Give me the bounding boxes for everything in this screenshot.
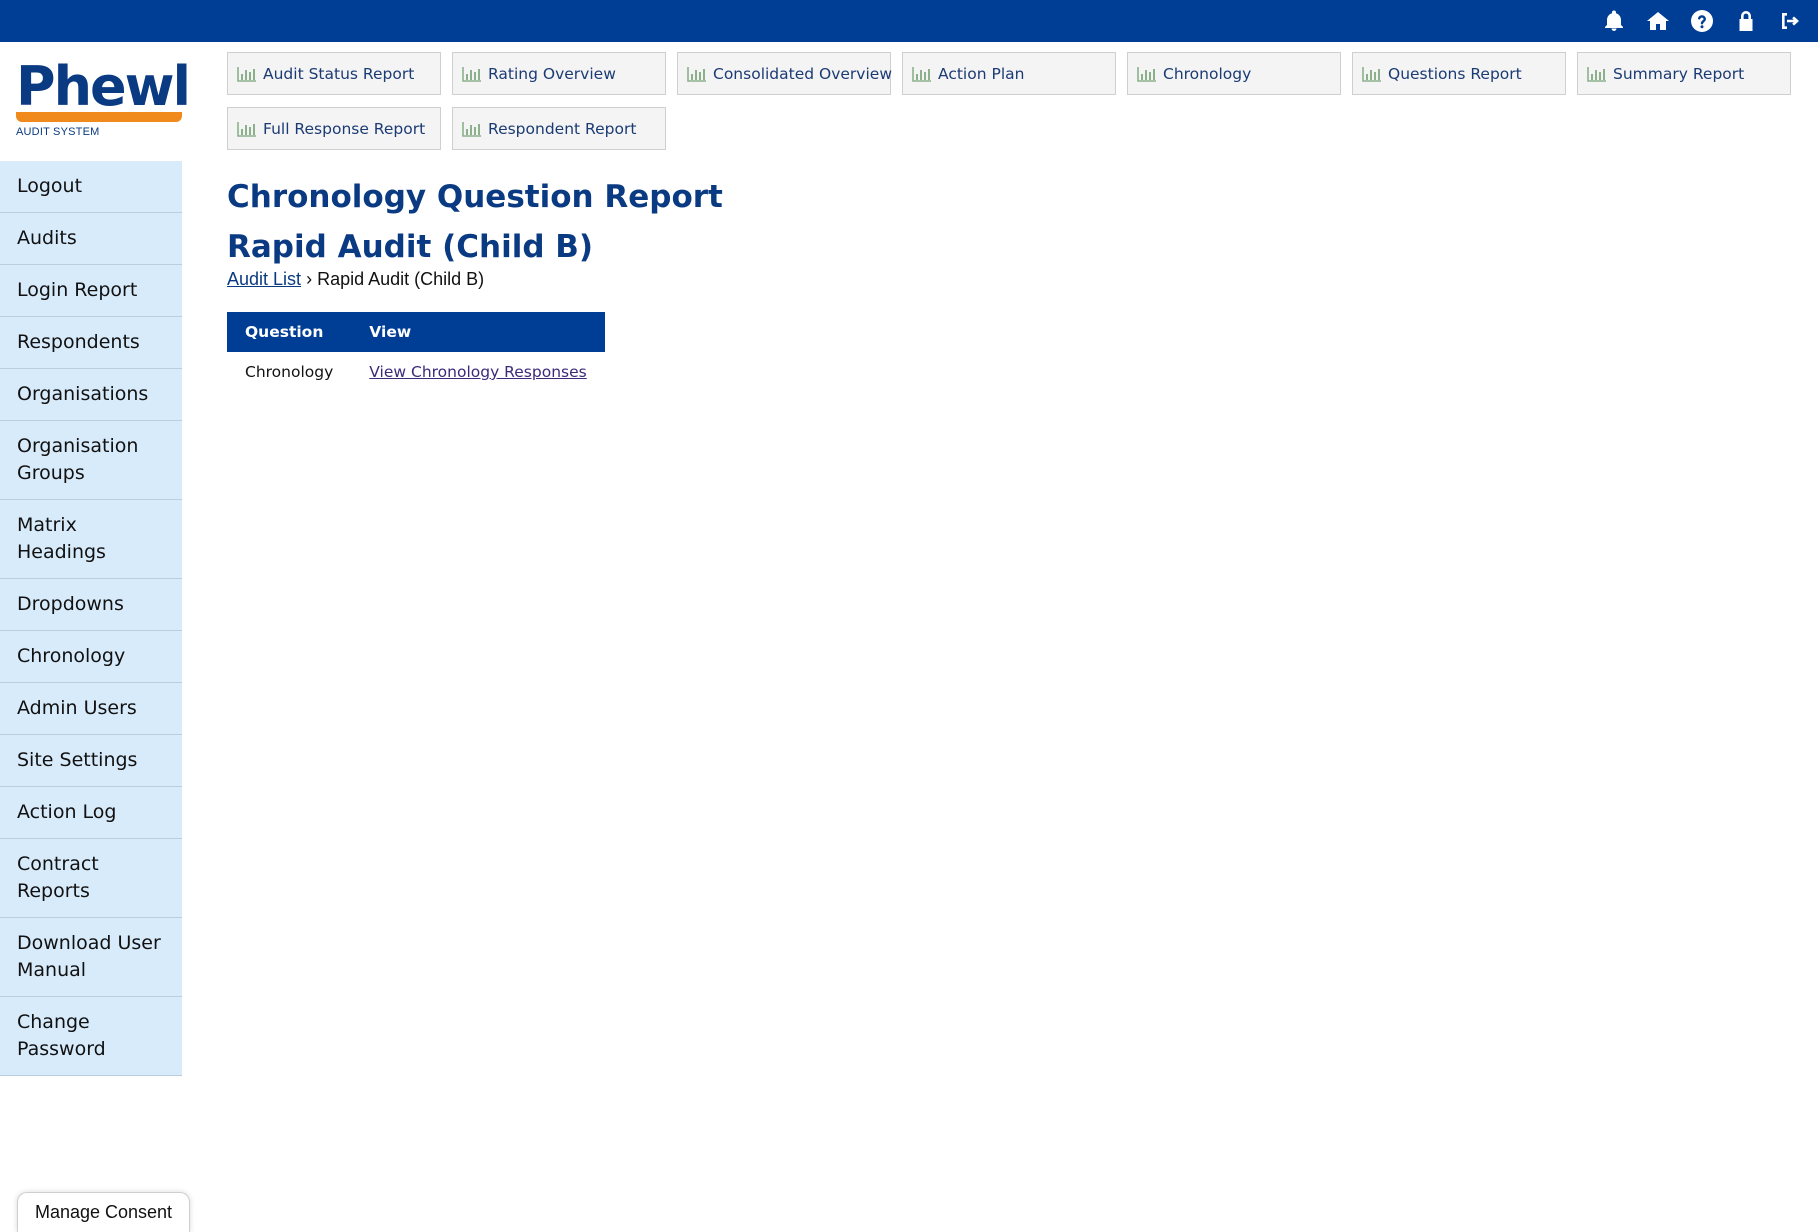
logo-subtitle: AUDIT SYSTEM — [16, 126, 100, 138]
sidebar-item-logout[interactable]: Logout — [0, 161, 182, 213]
top-bar-icons — [1602, 0, 1802, 42]
sidebar-item-matrix-headings[interactable]: Matrix Headings — [0, 500, 182, 579]
report-button-label: Action Plan — [938, 64, 1025, 83]
top-bar — [0, 0, 1818, 42]
report-button-label: Chronology — [1163, 64, 1252, 83]
sign-out-icon[interactable] — [1778, 9, 1802, 33]
sidebar-item-respondents[interactable]: Respondents — [0, 317, 182, 369]
report-button-label: Rating Overview — [488, 64, 616, 83]
manage-consent-button[interactable]: Manage Consent — [17, 1192, 190, 1232]
sidebar-item-organisation-groups[interactable]: Organisation Groups — [0, 421, 182, 500]
sidebar-item-admin-users[interactable]: Admin Users — [0, 683, 182, 735]
report-buttons: Audit Status Report Rating Overview Cons… — [227, 52, 1797, 150]
column-header-question: Question — [227, 312, 352, 352]
sidebar-item-login-report[interactable]: Login Report — [0, 265, 182, 317]
logo-word: Phewl — [16, 55, 191, 118]
bar-chart-icon — [462, 66, 481, 82]
audit-status-report-button[interactable]: Audit Status Report — [227, 52, 441, 95]
sidebar-item-dropdowns[interactable]: Dropdowns — [0, 579, 182, 631]
action-plan-button[interactable]: Action Plan — [902, 52, 1116, 95]
help-icon[interactable] — [1690, 9, 1714, 33]
sidebar-item-change-password[interactable]: Change Password — [0, 997, 182, 1076]
breadcrumb-audit-list-link[interactable]: Audit List — [227, 269, 301, 289]
table-row: Chronology View Chronology Responses — [227, 352, 605, 392]
bar-chart-icon — [912, 66, 931, 82]
report-button-label: Full Response Report — [263, 119, 426, 138]
report-button-label: Consolidated Overview — [713, 64, 892, 83]
view-cell: View Chronology Responses — [351, 352, 604, 392]
sidebar-item-contract-reports[interactable]: Contract Reports — [0, 839, 182, 918]
bar-chart-icon — [1362, 66, 1381, 82]
bar-chart-icon — [1587, 66, 1606, 82]
view-chronology-responses-link[interactable]: View Chronology Responses — [369, 363, 586, 381]
home-icon[interactable] — [1646, 9, 1670, 33]
bar-chart-icon — [462, 121, 481, 137]
sidebar-item-organisations[interactable]: Organisations — [0, 369, 182, 421]
breadcrumb: Audit List › Rapid Audit (Child B) — [227, 269, 484, 290]
report-button-label: Respondent Report — [488, 119, 637, 138]
bar-chart-icon — [1137, 66, 1156, 82]
phewl-logo[interactable]: Phewl AUDIT SYSTEM — [16, 55, 191, 140]
chronology-button[interactable]: Chronology — [1127, 52, 1341, 95]
sidebar-nav: Logout Audits Login Report Respondents O… — [0, 161, 182, 1076]
bar-chart-icon — [237, 121, 256, 137]
page-title-line-2: Rapid Audit (Child B) — [227, 229, 594, 265]
question-table: Question View Chronology View Chronology… — [227, 312, 605, 392]
sidebar-item-chronology[interactable]: Chronology — [0, 631, 182, 683]
breadcrumb-current: Rapid Audit (Child B) — [317, 269, 485, 289]
report-button-label: Audit Status Report — [263, 64, 415, 83]
bar-chart-icon — [687, 66, 706, 82]
sidebar-item-site-settings[interactable]: Site Settings — [0, 735, 182, 787]
bar-chart-icon — [237, 66, 256, 82]
report-button-label: Summary Report — [1613, 64, 1745, 83]
breadcrumb-separator: › — [306, 269, 313, 289]
question-cell: Chronology — [245, 363, 334, 381]
rating-overview-button[interactable]: Rating Overview — [452, 52, 666, 95]
table-header-row: Question View — [227, 312, 605, 352]
column-header-view: View — [351, 312, 605, 352]
sidebar-item-download-user-manual[interactable]: Download User Manual — [0, 918, 182, 997]
summary-report-button[interactable]: Summary Report — [1577, 52, 1791, 95]
consolidated-overview-button[interactable]: Consolidated Overview — [677, 52, 892, 95]
bell-icon[interactable] — [1602, 9, 1626, 33]
questions-report-button[interactable]: Questions Report — [1352, 52, 1566, 95]
full-response-report-button[interactable]: Full Response Report — [227, 107, 441, 150]
sidebar-item-action-log[interactable]: Action Log — [0, 787, 182, 839]
page-title: Chronology Question Report Rapid Audit (… — [227, 172, 1127, 272]
respondent-report-button[interactable]: Respondent Report — [452, 107, 666, 150]
report-button-label: Questions Report — [1388, 64, 1522, 83]
page-title-line-1: Chronology Question Report — [227, 179, 723, 215]
lock-icon[interactable] — [1734, 9, 1758, 33]
sidebar-item-audits[interactable]: Audits — [0, 213, 182, 265]
